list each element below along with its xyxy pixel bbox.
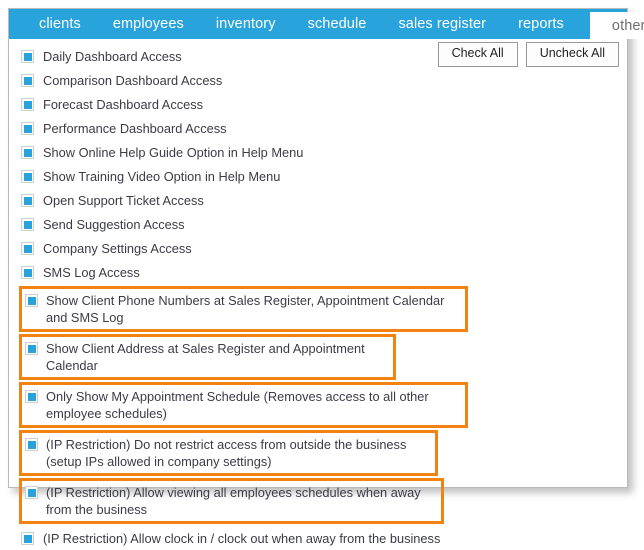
tab-schedule[interactable]: schedule: [292, 9, 383, 39]
permission-row-highlighted[interactable]: (IP Restriction) Allow viewing all emplo…: [19, 478, 444, 524]
permission-row-highlighted[interactable]: Show Client Phone Numbers at Sales Regis…: [19, 286, 468, 332]
permission-row-highlighted[interactable]: Only Show My Appointment Schedule (Remov…: [19, 382, 468, 428]
checkbox-checked-icon[interactable]: [21, 266, 34, 279]
tab-reports[interactable]: reports: [502, 9, 580, 39]
checkbox-checked-icon[interactable]: [21, 146, 34, 159]
tab-clients[interactable]: clients: [23, 9, 97, 39]
permission-label: (IP Restriction) Allow clock in / clock …: [43, 531, 441, 546]
checkbox-checked-icon[interactable]: [21, 218, 34, 231]
permission-label: Only Show My Appointment Schedule (Remov…: [46, 389, 433, 421]
permission-row[interactable]: Show Online Help Guide Option in Help Me…: [9, 140, 627, 164]
permission-label: Send Suggestion Access: [43, 217, 185, 232]
checkbox-checked-icon[interactable]: [25, 390, 38, 403]
checkbox-checked-icon[interactable]: [21, 532, 34, 545]
permission-row[interactable]: Company Settings Access: [9, 236, 627, 260]
permission-row[interactable]: Open Support Ticket Access: [9, 188, 627, 212]
checkbox-checked-icon[interactable]: [21, 194, 34, 207]
permission-row[interactable]: Daily Dashboard Access: [9, 44, 627, 68]
checkbox-checked-icon[interactable]: [21, 170, 34, 183]
tab-bar: clients employees inventory schedule sales r…: [9, 9, 644, 39]
permission-label: (IP Restriction) Do not restrict access …: [46, 437, 410, 469]
checkbox-checked-icon[interactable]: [25, 486, 38, 499]
permission-row[interactable]: SMS Log Access: [9, 260, 627, 284]
permission-label: Show Online Help Guide Option in Help Me…: [43, 145, 304, 160]
permission-label: Forecast Dashboard Access: [43, 97, 204, 112]
permission-row[interactable]: Show Training Video Option in Help Menu: [9, 164, 627, 188]
checkbox-checked-icon[interactable]: [21, 242, 34, 255]
checkbox-checked-icon[interactable]: [21, 74, 34, 87]
permission-row[interactable]: Performance Dashboard Access: [9, 116, 627, 140]
tab-inventory[interactable]: inventory: [200, 9, 292, 39]
tab-employees[interactable]: employees: [97, 9, 200, 39]
permission-label: Company Settings Access: [43, 241, 192, 256]
permission-label: Show Client Address at Sales Register an…: [46, 341, 369, 373]
app-screen: clients employees inventory schedule sales r…: [0, 0, 644, 546]
checkbox-checked-icon[interactable]: [21, 122, 34, 135]
permission-row-highlighted[interactable]: Show Client Address at Sales Register an…: [19, 334, 396, 380]
permission-row[interactable]: Comparison Dashboard Access: [9, 68, 627, 92]
checkbox-checked-icon[interactable]: [21, 98, 34, 111]
permission-label: Comparison Dashboard Access: [43, 73, 223, 88]
checkbox-checked-icon[interactable]: [25, 438, 38, 451]
permissions-panel: clients employees inventory schedule sales r…: [8, 8, 644, 546]
permission-label: (IP Restriction) Allow viewing all emplo…: [46, 485, 425, 517]
permission-label: SMS Log Access: [43, 265, 140, 280]
checkbox-checked-icon[interactable]: [25, 294, 38, 307]
permission-label: Daily Dashboard Access: [43, 49, 182, 64]
permission-label: Open Support Ticket Access: [43, 193, 204, 208]
permission-row[interactable]: Forecast Dashboard Access: [9, 92, 627, 116]
permission-label: Show Training Video Option in Help Menu: [43, 169, 281, 184]
permission-row-highlighted[interactable]: (IP Restriction) Do not restrict access …: [19, 430, 438, 476]
checkbox-checked-icon[interactable]: [25, 342, 38, 355]
permission-row[interactable]: (IP Restriction) Allow clock in / clock …: [9, 526, 627, 550]
permission-row[interactable]: Send Suggestion Access: [9, 212, 627, 236]
tab-other[interactable]: other: [589, 12, 644, 39]
permission-label: Performance Dashboard Access: [43, 121, 227, 136]
checkbox-checked-icon[interactable]: [21, 50, 34, 63]
permission-label: Show Client Phone Numbers at Sales Regis…: [46, 293, 448, 325]
permissions-list: Daily Dashboard Access Comparison Dashboa…: [9, 39, 627, 546]
tab-sales-register[interactable]: sales register: [382, 9, 502, 39]
